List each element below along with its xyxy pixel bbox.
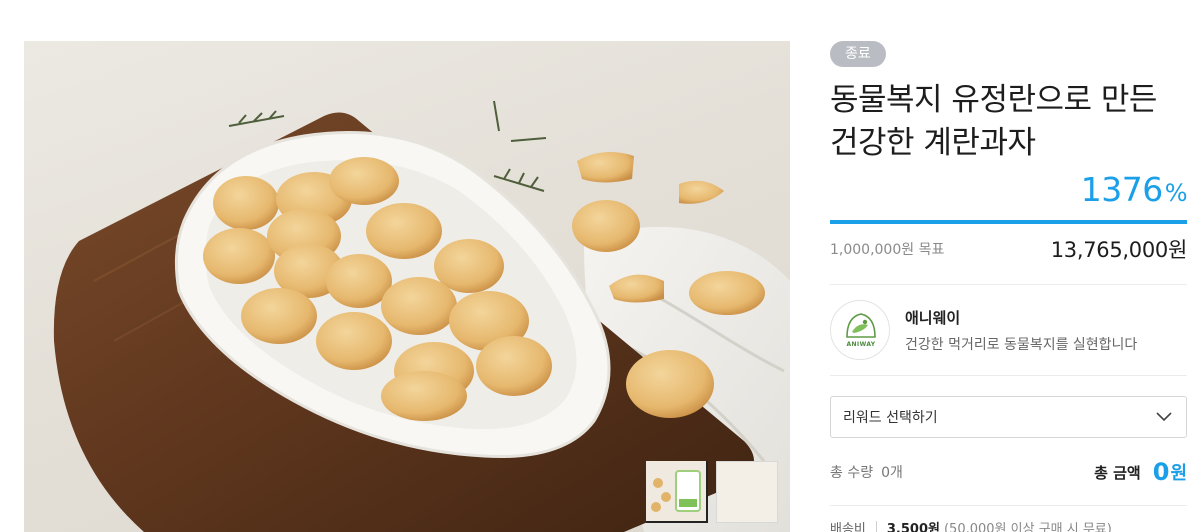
total-amount-value: 0 (1152, 458, 1170, 486)
aniway-logo-icon (846, 313, 876, 338)
achievement-rate: 1376% (830, 170, 1188, 209)
funding-info-panel: 종료 동물복지 유정란으로 만든 건강한 계란과자 1376% 1,000,00… (830, 41, 1188, 532)
total-quantity: 총 수량 0개 (830, 462, 903, 482)
goal-amount: 1,000,000원 목표 (830, 242, 945, 258)
creator-description: 건강한 먹거리로 동물복지를 실현합니다 (905, 336, 1138, 353)
reward-select-dropdown[interactable]: 리워드 선택하기 (830, 396, 1187, 438)
achievement-rate-value: 1376 (1080, 170, 1163, 209)
creator-logo[interactable]: ANIWAY (830, 300, 890, 360)
shipping-free-note: (50,000원 이상 구매 시 무료) (943, 522, 1112, 532)
product-title-line2: 건강한 계란과자 (830, 125, 1036, 161)
divider (830, 505, 1187, 506)
funding-progress-bar (830, 220, 1187, 224)
creator-text: 애니웨이 건강한 먹거리로 동물복지를 실현합니다 (905, 307, 1137, 354)
raised-amount: 13,765,000원 (1050, 238, 1188, 262)
total-amount: 총 금액 0원 (1094, 458, 1187, 486)
shipping-info: 배송비 3,500원 (50,000원 이상 구매 시 무료) (830, 518, 1187, 532)
total-amount-unit: 원 (1170, 463, 1187, 484)
funding-progress-fill (830, 220, 1187, 224)
achievement-rate-unit: % (1164, 179, 1188, 207)
product-title: 동물복지 유정란으로 만든 건강한 계란과자 (830, 79, 1187, 165)
creator-info[interactable]: ANIWAY 애니웨이 건강한 먹거리로 동물복지를 실현합니다 (830, 284, 1187, 376)
status-badge: 종료 (830, 41, 886, 67)
total-amount-label: 총 금액 (1094, 463, 1141, 482)
creator-name[interactable]: 애니웨이 (905, 307, 1137, 328)
thumbnail-strip (646, 461, 778, 523)
chevron-down-icon (1156, 412, 1172, 422)
shipping-fee: 3,500원 (886, 522, 940, 532)
order-summary: 총 수량 0개 총 금액 0원 (830, 452, 1187, 492)
shipping-label: 배송비 (830, 522, 866, 532)
total-quantity-value: 0개 (881, 465, 903, 481)
amount-row: 1,000,000원 목표 13,765,000원 (830, 235, 1187, 263)
shipping-separator (875, 520, 877, 532)
thumbnail-package[interactable] (646, 461, 778, 523)
product-main-image (24, 41, 790, 532)
creator-logo-text: ANIWAY (846, 341, 876, 348)
cookie-photo (53, 100, 790, 532)
product-title-line1: 동물복지 유정란으로 만든 (830, 82, 1157, 118)
reward-select-label: 리워드 선택하기 (843, 410, 938, 426)
total-quantity-label: 총 수량 (830, 465, 874, 481)
